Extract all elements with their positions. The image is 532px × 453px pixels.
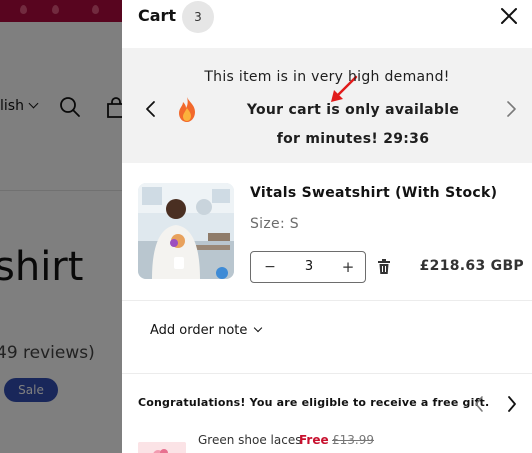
background-store-page: lish shirt 49 reviews) Sale (0, 0, 122, 453)
chevron-left-icon[interactable] (473, 395, 485, 413)
flame-icon (179, 97, 195, 122)
close-icon[interactable] (499, 6, 519, 26)
quantity-decrease-button[interactable]: − (259, 252, 281, 282)
product-image[interactable] (138, 183, 234, 279)
product-variant: Size: S (250, 216, 299, 232)
free-gift-message: Congratulations! You are eligible to rec… (138, 396, 490, 409)
order-note-label: Add order note (150, 323, 248, 338)
gift-original-price: £13.99 (332, 433, 374, 447)
chevron-right-icon[interactable] (504, 100, 518, 118)
add-order-note-toggle[interactable]: Add order note (150, 323, 263, 338)
cart-title: Cart (138, 6, 177, 25)
trash-icon[interactable] (377, 259, 391, 275)
gift-free-label: Free (299, 433, 329, 447)
gift-product-image[interactable] (138, 442, 186, 453)
cart-line-item: Vitals Sweatshirt (With Stock) Size: S −… (122, 163, 532, 301)
chevron-right-icon[interactable] (506, 395, 518, 413)
urgency-banner: This item is in very high demand! Your c… (122, 48, 532, 163)
chevron-left-icon[interactable] (144, 100, 158, 118)
urgency-message: This item is in very high demand! (204, 69, 450, 85)
drawer-overlay[interactable] (0, 0, 122, 453)
urgency-timer-message: Your cart is only available for minutes!… (246, 102, 460, 147)
gift-product-name[interactable]: Green shoe laces (198, 433, 301, 447)
cart-count-badge: 3 (182, 1, 214, 33)
cart-header: Cart 3 (122, 0, 532, 48)
section-divider (122, 373, 532, 374)
chevron-down-icon (254, 323, 263, 333)
quantity-increase-button[interactable]: + (337, 252, 359, 282)
product-name[interactable]: Vitals Sweatshirt (With Stock) (250, 185, 497, 201)
line-item-price: £218.63 GBP (419, 258, 524, 274)
quantity-input[interactable]: 3 (287, 252, 331, 282)
quantity-stepper: − 3 + (250, 251, 366, 283)
cart-drawer: Cart 3 This item is in very high demand!… (122, 0, 532, 453)
